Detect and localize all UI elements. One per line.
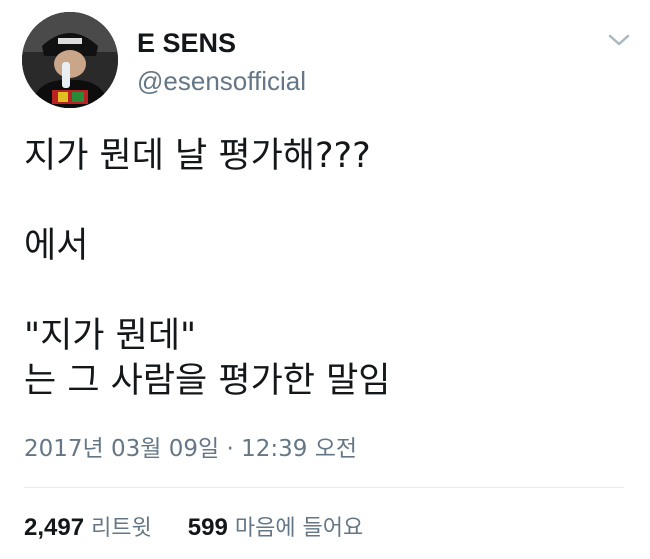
- display-name[interactable]: E SENS: [137, 28, 236, 59]
- likes-label: 마음에 들어요: [234, 516, 364, 541]
- retweets-count: 2,497: [24, 514, 85, 541]
- divider: [24, 487, 624, 488]
- avatar[interactable]: [22, 12, 118, 108]
- tweet-line: "지가 뭔데": [24, 316, 197, 356]
- profile-photo-icon: [22, 12, 118, 108]
- user-handle[interactable]: @esensofficial: [137, 66, 306, 97]
- tweet-text: 지가 뭔데 날 평가해??? 에서 "지가 뭔데" 는 그 사람을 평가한 말임: [24, 134, 624, 404]
- likes-stat[interactable]: 599 마음에 들어요: [181, 514, 364, 541]
- engagement-stats: 2,497 리트윗 599 마음에 들어요: [24, 510, 363, 542]
- chevron-down-icon: [608, 34, 630, 46]
- likes-count: 599: [187, 514, 228, 541]
- retweets-stat[interactable]: 2,497 리트윗: [24, 514, 159, 541]
- tweet-timestamp[interactable]: 2017년 03월 09일 · 12:39 오전: [24, 429, 357, 463]
- tweet-line: 는 그 사람을 평가한 말임: [24, 361, 391, 401]
- tweet-line: 지가 뭔데 날 평가해???: [24, 136, 371, 176]
- tweet-line: 에서: [24, 226, 89, 266]
- tweet-menu-button[interactable]: [604, 28, 634, 52]
- retweets-label: 리트윗: [91, 516, 152, 541]
